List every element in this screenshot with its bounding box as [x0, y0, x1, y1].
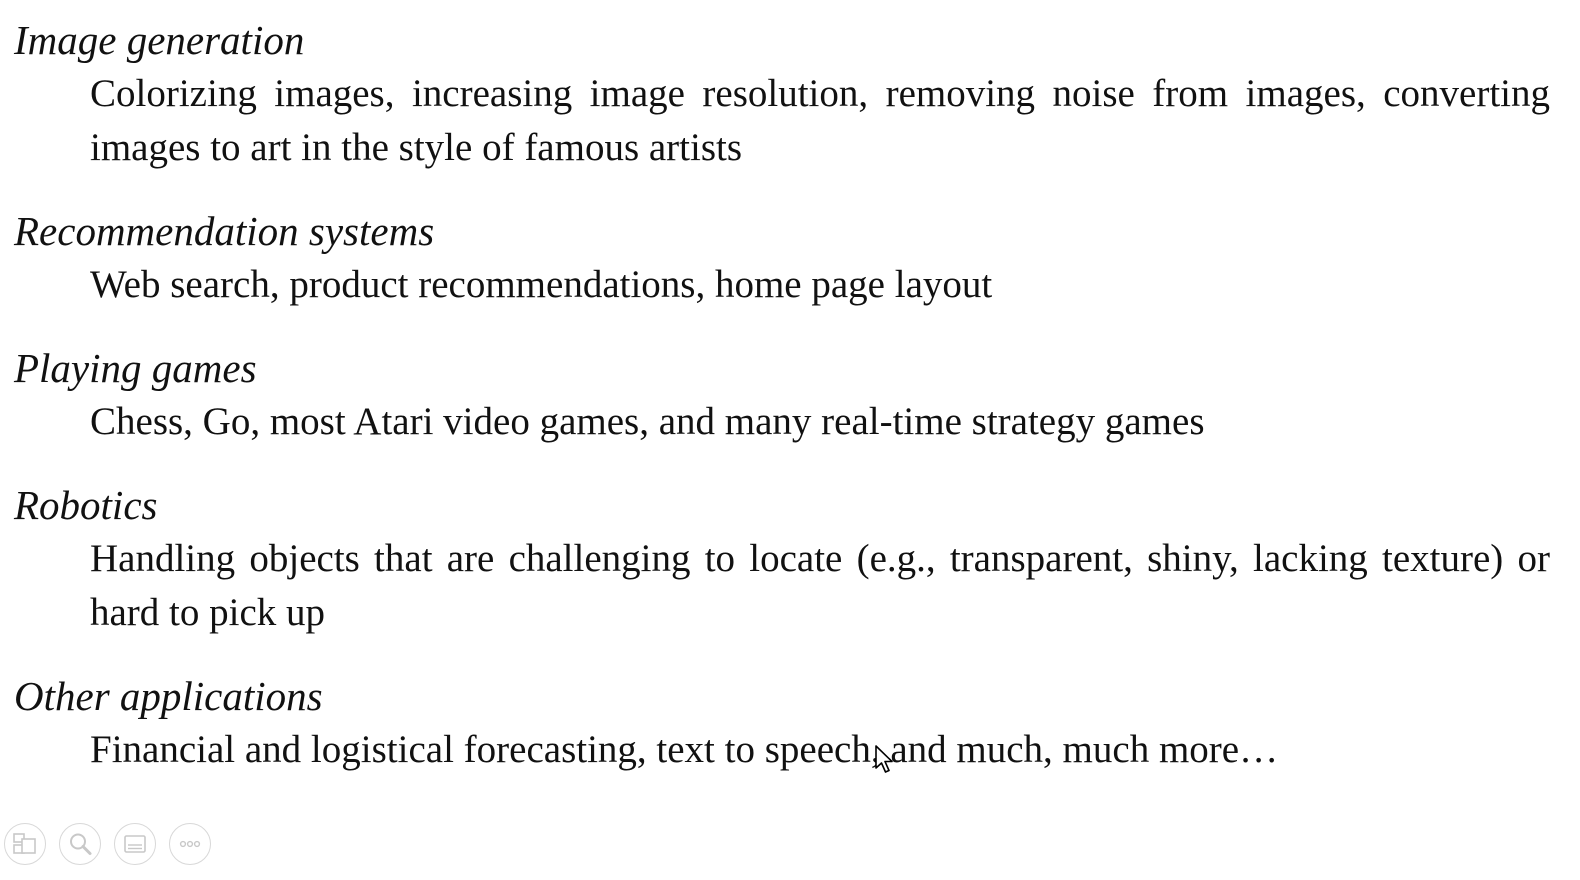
- zoom-button[interactable]: [59, 823, 101, 865]
- section-heading: Other applications: [14, 673, 323, 719]
- section-heading: Playing games: [14, 345, 257, 391]
- subtitles-button[interactable]: [114, 823, 156, 865]
- slide: Image generation Colorizing images, incr…: [0, 0, 1580, 880]
- slides-icon: [13, 833, 36, 854]
- mouse-cursor-icon: [875, 745, 893, 773]
- section-heading: Image generation: [14, 17, 305, 63]
- section-heading: Robotics: [14, 482, 158, 528]
- section-body: Financial and logistical forecasting, te…: [90, 728, 1279, 771]
- subtitles-icon: [124, 835, 146, 853]
- section-robotics: Robotics Handling objects that are chall…: [14, 479, 1550, 640]
- more-options-icon: [179, 840, 201, 848]
- section-body: Handling objects that are challenging to…: [90, 537, 1550, 634]
- section-body: Colorizing images, increasing image reso…: [90, 72, 1550, 169]
- more-options-button[interactable]: [169, 823, 211, 865]
- section-body: Web search, product recommendations, hom…: [90, 263, 993, 306]
- section-heading: Recommendation systems: [14, 208, 435, 254]
- zoom-icon: [70, 833, 92, 855]
- section-other-applications: Other applications Financial and logisti…: [14, 670, 1550, 777]
- section-image-generation: Image generation Colorizing images, incr…: [14, 14, 1550, 175]
- slides-button[interactable]: [4, 823, 46, 865]
- presentation-toolbar: [4, 823, 211, 867]
- section-body: Chess, Go, most Atari video games, and m…: [90, 400, 1205, 443]
- section-playing-games: Playing games Chess, Go, most Atari vide…: [14, 342, 1550, 449]
- section-recommendation-systems: Recommendation systems Web search, produ…: [14, 205, 1550, 312]
